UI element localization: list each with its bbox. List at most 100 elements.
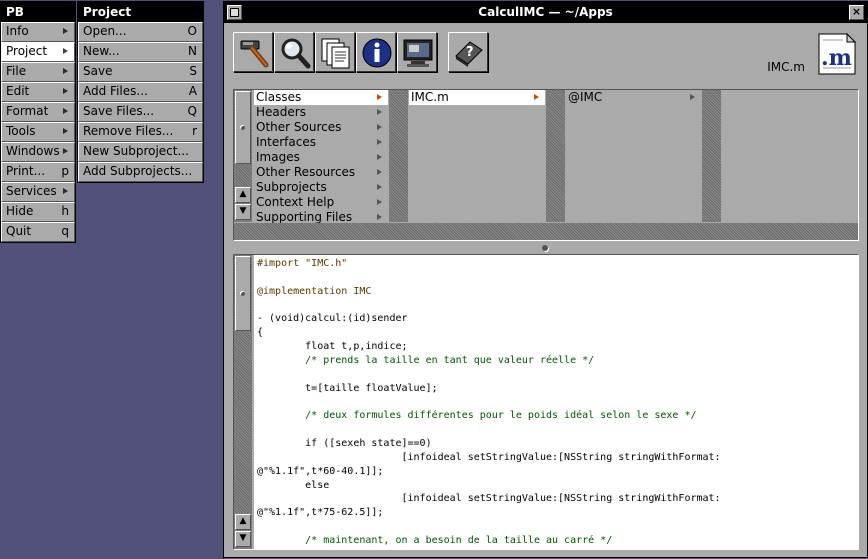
browser-cell-images[interactable]: Images xyxy=(254,150,388,165)
menu-item-shortcut: S xyxy=(189,64,197,78)
menu-item-print[interactable]: Print... p xyxy=(1,162,75,182)
browser-scroll-up-button[interactable]: ▲ xyxy=(235,187,251,203)
submenu-arrow-icon xyxy=(63,148,68,154)
browser-cell-label: Supporting Files xyxy=(256,210,353,224)
window-title: CalculIMC — ~/Apps xyxy=(478,5,613,19)
project-menu-title[interactable]: Project xyxy=(78,2,203,22)
browser-cell-context-help[interactable]: Context Help xyxy=(254,195,388,210)
branch-arrow-icon xyxy=(377,169,382,175)
browser-cell-label: @IMC xyxy=(568,90,603,104)
split-view-divider-handle[interactable] xyxy=(542,245,548,251)
browser-cell-label: Other Resources xyxy=(256,165,356,179)
menu-item-windows[interactable]: Windows xyxy=(1,142,75,162)
menu-item-shortcut: O xyxy=(187,24,197,38)
menu-item-label: Hide xyxy=(6,204,34,218)
browser-horizontal-scroller[interactable] xyxy=(234,223,858,240)
browser-cell-label: Other Sources xyxy=(256,120,342,134)
menu-item-edit[interactable]: Edit xyxy=(1,82,75,102)
miniaturize-button[interactable] xyxy=(227,5,242,20)
browser-cell-label: Subprojects xyxy=(256,180,327,194)
menu-item-format[interactable]: Format xyxy=(1,102,75,122)
code-line: else xyxy=(257,479,330,491)
menu-item-label: Edit xyxy=(6,84,30,98)
menu-item-label: Save Files... xyxy=(83,104,155,118)
loaded-files-button[interactable] xyxy=(315,32,355,72)
menu-item-new-subproject[interactable]: New Subproject... xyxy=(78,142,203,162)
menu-item-save-files[interactable]: Save Files... Q xyxy=(78,102,203,122)
editor-scroll-up-button[interactable]: ▲ xyxy=(235,514,251,530)
project-browser: ▲ ▼ Classes Headers Other Sources Interface… xyxy=(233,89,859,241)
code-line: @"%1.1f",t*75-62.5]]; xyxy=(257,507,384,519)
editor-scroll-down-button[interactable]: ▼ xyxy=(235,531,251,547)
submenu-arrow-icon xyxy=(63,108,68,114)
menu-item-services[interactable]: Services xyxy=(1,182,75,202)
browser-cell-label: Interfaces xyxy=(256,135,316,149)
menu-item-save[interactable]: Save S xyxy=(78,62,203,82)
project-window: CalculIMC — ~/Apps × ? IMC.m .m ▲ ▼ Clas… xyxy=(223,1,868,558)
submenu-arrow-icon xyxy=(63,28,68,34)
editor-vertical-scroller[interactable]: ▲ ▼ xyxy=(234,255,252,549)
browser-cell-label: Context Help xyxy=(256,195,335,209)
menu-item-add-subprojects[interactable]: Add Subprojects... xyxy=(78,162,203,182)
menu-item-open[interactable]: Open... O xyxy=(78,22,203,42)
submenu-arrow-icon xyxy=(63,48,68,54)
browser-vertical-scroller[interactable]: ▲ ▼ xyxy=(234,90,252,222)
menu-item-file[interactable]: File xyxy=(1,62,75,82)
menu-item-add-files[interactable]: Add Files... A xyxy=(78,82,203,102)
menu-item-hide[interactable]: Hide h xyxy=(1,202,75,222)
editor-scroll-knob[interactable] xyxy=(235,256,251,331)
browser-cell-other-sources[interactable]: Other Sources xyxy=(254,120,388,135)
m-file-icon: .m xyxy=(815,32,859,76)
browser-cell-imc-m[interactable]: IMC.m xyxy=(409,90,545,105)
browser-scroll-down-button[interactable]: ▼ xyxy=(235,204,251,220)
browser-cell-label: Images xyxy=(256,150,300,164)
browser-cell-label: IMC.m xyxy=(411,90,449,104)
code-line: { xyxy=(257,327,264,339)
code-editor: ▲ ▼ #import "IMC.h" @implementation IMC - … xyxy=(233,254,859,550)
menu-item-info[interactable]: Info xyxy=(1,22,75,42)
browser-column-categories: Classes Headers Other Sources Interfaces Ima… xyxy=(254,90,388,224)
menu-item-label: Info xyxy=(6,24,29,38)
menu-item-remove-files[interactable]: Remove Files... r xyxy=(78,122,203,142)
menu-item-shortcut: q xyxy=(61,224,69,238)
browser-cell-other-resources[interactable]: Other Resources xyxy=(254,165,388,180)
window-titlebar[interactable]: CalculIMC — ~/Apps × xyxy=(224,2,867,23)
menu-item-label: Open... xyxy=(83,24,127,38)
browser-column-members: @IMC xyxy=(566,90,701,222)
menu-item-label: Save xyxy=(83,64,113,78)
inspector-button[interactable] xyxy=(356,32,396,72)
build-icon xyxy=(240,40,269,68)
launch-button[interactable] xyxy=(397,32,437,72)
code-line: - (void)calcul:(id)sender xyxy=(257,313,408,325)
source-text-view[interactable]: #import "IMC.h" @implementation IMC - (voi… xyxy=(254,255,858,549)
close-button[interactable]: × xyxy=(849,5,864,20)
menu-item-project[interactable]: Project xyxy=(1,42,75,62)
menu-item-shortcut: Q xyxy=(187,104,197,118)
browser-cell-classes[interactable]: Classes xyxy=(254,90,388,105)
code-line: @implementation IMC xyxy=(257,285,372,297)
code-line: /* deux formules différentes pour le poi… xyxy=(257,410,697,422)
browser-cell-interfaces[interactable]: Interfaces xyxy=(254,135,388,150)
browser-cell-headers[interactable]: Headers xyxy=(254,105,388,120)
menu-item-shortcut: h xyxy=(61,204,69,218)
menu-item-tools[interactable]: Tools xyxy=(1,122,75,142)
browser-column-separator xyxy=(546,90,565,222)
loaded-files-icon xyxy=(321,38,350,69)
help-button[interactable]: ? xyxy=(448,32,488,72)
browser-cell-subprojects[interactable]: Subprojects xyxy=(254,180,388,195)
menu-item-quit[interactable]: Quit q xyxy=(1,222,75,242)
browser-cell-imc[interactable]: @IMC xyxy=(566,90,701,105)
code-line: t=[taille floatValue]; xyxy=(257,382,438,394)
build-button[interactable] xyxy=(233,32,273,72)
menu-item-new[interactable]: New... N xyxy=(78,42,203,62)
find-button[interactable] xyxy=(274,32,314,72)
pb-menu-title[interactable]: PB xyxy=(1,2,75,22)
submenu-arrow-icon xyxy=(63,188,68,194)
menu-item-shortcut: p xyxy=(61,164,69,178)
menu-item-label: Quit xyxy=(6,224,32,238)
browser-scroll-knob[interactable] xyxy=(235,91,251,164)
menu-item-label: Services xyxy=(6,184,57,198)
menu-item-label: Remove Files... xyxy=(83,124,174,138)
